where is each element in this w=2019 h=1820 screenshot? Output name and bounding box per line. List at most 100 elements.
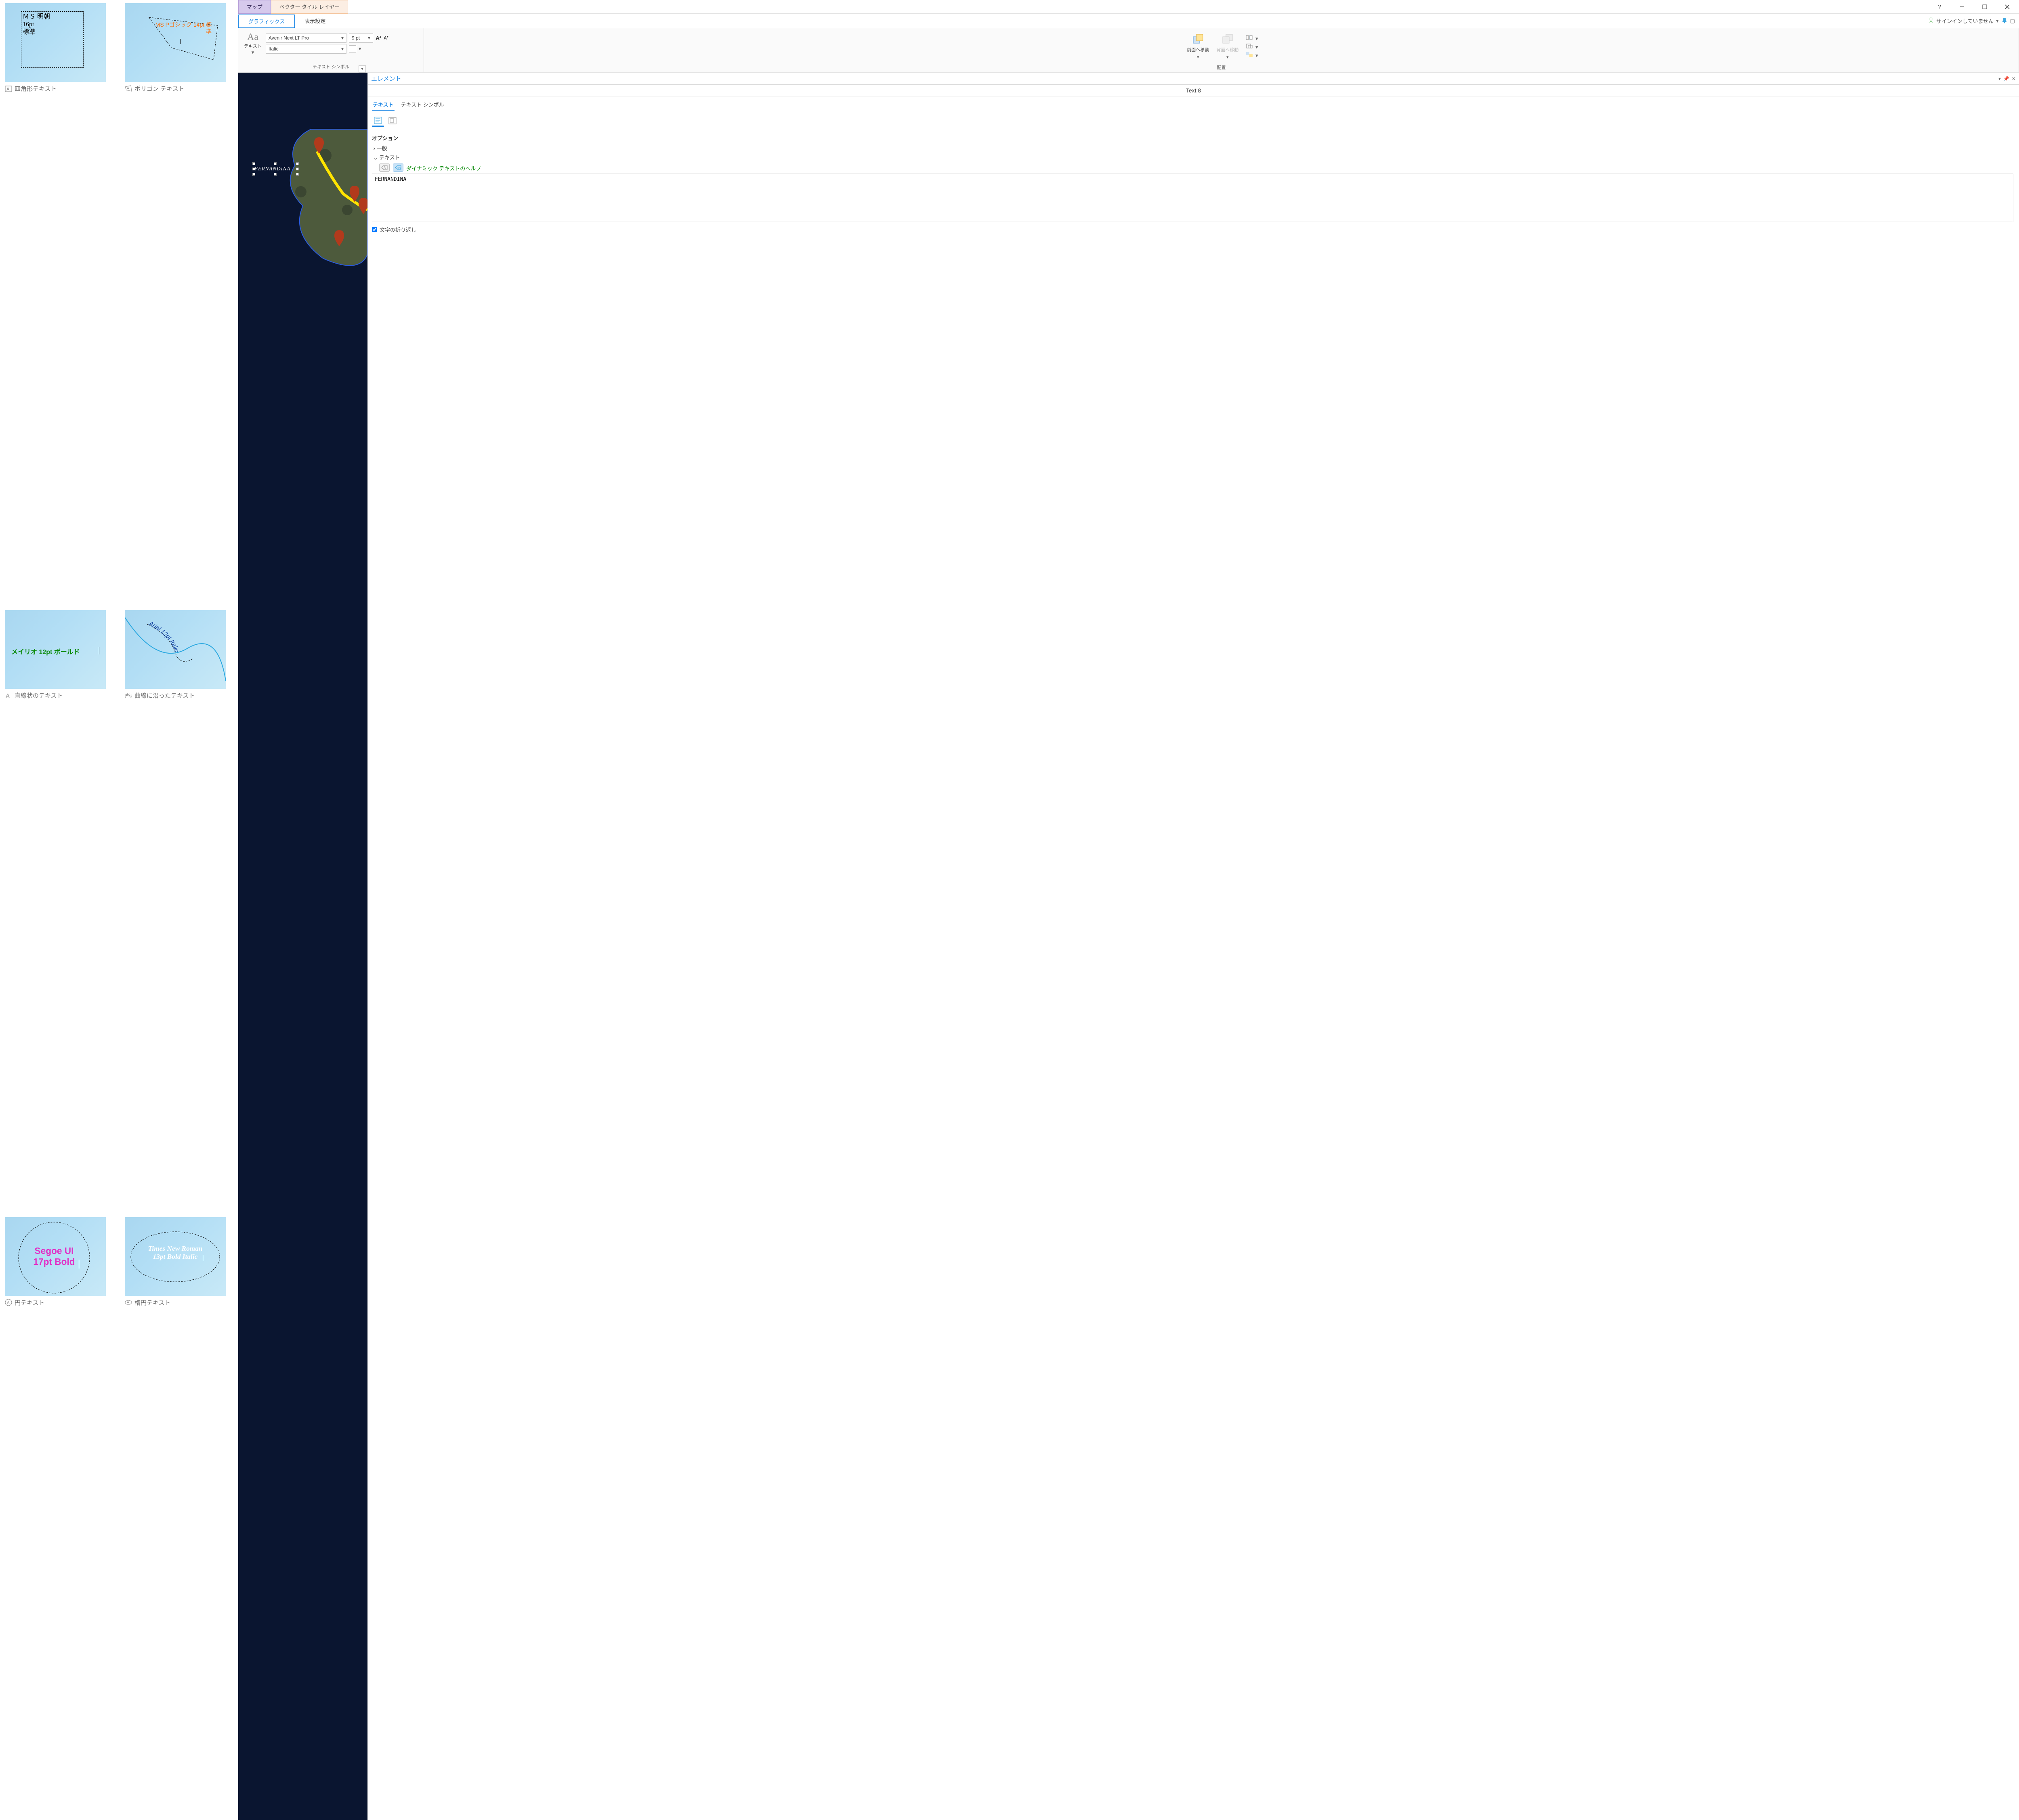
curve-text-caption: 曲線に沿ったテキスト (134, 691, 195, 700)
general-row[interactable]: › 一般 (372, 143, 2015, 153)
rectangle-text-preview: ＭＳ 明朝 16pt 標準 (5, 3, 106, 82)
straight-text-preview: メイリオ 12pt ボールド (5, 610, 106, 689)
distribute-icon[interactable]: ▾ (1246, 43, 1258, 50)
word-wrap-checkbox[interactable] (372, 227, 377, 232)
gallery-item-curve-text[interactable]: Arial 12pt Italic abc 曲線に沿ったテキスト (125, 610, 233, 1210)
send-backward-button[interactable]: 背面へ移動▾ (1214, 32, 1241, 61)
placement-icon[interactable] (386, 115, 399, 127)
chevron-down-icon[interactable]: ▾ (252, 49, 254, 55)
minimize-button[interactable] (1954, 1, 1971, 13)
gallery-item-straight-text[interactable]: メイリオ 12pt ボールド A 直線状のテキスト (5, 610, 113, 1210)
ribbon-tab-vector-tile-layer[interactable]: ベクター タイル レイヤー (271, 0, 348, 14)
ellipse-text-caption: 楕円テキスト (134, 1298, 171, 1307)
ribbon-group-arrange: 前面へ移動▾ 背面へ移動▾ ▾ ▾ ▾ 配置 (424, 28, 2019, 72)
ellipse-text-icon: A (125, 1299, 132, 1306)
panel-tab-text-symbol[interactable]: テキスト シンボル (400, 99, 445, 111)
ribbon-collapse-icon[interactable]: ▢ (2010, 18, 2015, 24)
circle-text-icon: A (5, 1299, 12, 1306)
polygon-text-sample: MS Pゴシック 14pt 標準 (155, 21, 212, 35)
notification-bell-icon[interactable] (2001, 17, 2008, 25)
svg-text:</>: </> (397, 166, 401, 170)
close-button[interactable] (1999, 1, 2016, 13)
view-menu-button[interactable]: ▾ (359, 65, 366, 73)
svg-text:A: A (6, 87, 10, 92)
help-button[interactable]: ? (1931, 1, 1948, 13)
text-row[interactable]: ⌄ テキスト (372, 153, 2015, 162)
pin-icon[interactable]: 📌 (2003, 76, 2009, 82)
gallery-item-polygon-text[interactable]: MS Pゴシック 14pt 標準 A ポリゴン テキスト (125, 3, 233, 603)
close-icon[interactable]: ✕ (2012, 76, 2016, 82)
curve-text-preview: Arial 12pt Italic (125, 610, 226, 689)
straight-text-caption: 直線状のテキスト (15, 691, 63, 700)
circle-text-caption: 円テキスト (15, 1298, 45, 1307)
increase-font-icon[interactable]: A▴ (376, 35, 381, 41)
rectangle-text-sample: ＭＳ 明朝 16pt 標準 (23, 13, 50, 36)
tag-plain-icon[interactable]: A (379, 164, 390, 172)
group-icon[interactable]: ▾ (1246, 52, 1258, 59)
bring-forward-button[interactable]: 前面へ移動▾ (1184, 32, 1211, 61)
panel-menu-icon[interactable]: ▾ (1998, 76, 2001, 82)
ellipse-text-sample: Times New Roman13pt Bold Italic (137, 1245, 214, 1261)
map-text-element[interactable]: FERNANDINA (254, 166, 290, 172)
svg-text:A: A (127, 1300, 129, 1304)
panel-subtitle: Text 8 (368, 85, 2019, 96)
svg-text:A: A (7, 1301, 10, 1305)
ribbon: Aa テキスト ▾ Avenir Next LT Pro▾ 9 pt▾ A▴ A… (238, 28, 2019, 73)
spline-text-icon: abc (125, 692, 132, 699)
subtab-display-settings[interactable]: 表示設定 (295, 15, 335, 27)
chevron-down-icon[interactable]: ▾ (359, 46, 361, 52)
gallery-item-ellipse-text[interactable]: Times New Roman13pt Bold Italic A 楕円テキスト (125, 1217, 233, 1817)
font-size-combo[interactable]: 9 pt▾ (349, 33, 373, 43)
straight-text-icon: A (5, 692, 12, 699)
svg-text:A: A (6, 692, 10, 699)
ribbon-group-label-arrange: 配置 (1217, 63, 1226, 71)
rectangle-text-caption: 四角形テキスト (15, 84, 57, 93)
bring-forward-icon (1192, 34, 1204, 45)
font-color-swatch[interactable] (349, 45, 356, 52)
user-icon (1928, 17, 1934, 24)
ellipse-text-preview: Times New Roman13pt Bold Italic (125, 1217, 226, 1296)
panel-tab-text[interactable]: テキスト (372, 99, 395, 111)
gallery-item-rectangle-text[interactable]: ＭＳ 明朝 16pt 標準 A 四角形テキスト (5, 3, 113, 603)
align-icon[interactable]: ▾ (1246, 35, 1258, 42)
subtab-graphics[interactable]: グラフィックス (238, 15, 295, 28)
tag-dynamic-icon[interactable]: </> (393, 164, 403, 172)
rectangle-text-icon: A (5, 85, 12, 92)
ribbon-group-label-textsymbol: テキスト シンボル (242, 62, 420, 70)
svg-text:abc: abc (125, 693, 130, 696)
options-heading: オプション (372, 134, 2015, 142)
font-style-combo[interactable]: Italic▾ (266, 44, 346, 54)
circle-text-preview: Segoe UI17pt Bold (5, 1217, 106, 1296)
circle-text-sample: Segoe UI17pt Bold (22, 1245, 86, 1267)
text-gallery-icon[interactable]: Aa (242, 32, 263, 43)
ribbon-tab-map[interactable]: マップ (238, 0, 271, 14)
sign-in-area[interactable]: サインインしていません ▾ ▢ (1924, 17, 2019, 25)
app-window: マップ ベクター タイル レイヤー ? グラフィックス 表示設定 サインインして… (238, 0, 2019, 1820)
text-value-input[interactable] (372, 174, 2013, 222)
titlebar: マップ ベクター タイル レイヤー ? (238, 0, 2019, 14)
word-wrap-label: 文字の折り返し (380, 226, 416, 233)
ribbon-subtabs: グラフィックス 表示設定 サインインしていません ▾ ▢ (238, 14, 2019, 28)
send-backward-icon (1222, 34, 1233, 45)
polygon-text-icon: A (125, 85, 132, 92)
straight-text-sample: メイリオ 12pt ボールド (11, 646, 80, 656)
sign-in-label: サインインしていません (1936, 17, 1994, 25)
panel-title: エレメント (371, 74, 401, 83)
map-view[interactable]: ▾ FERNANDINA (238, 73, 367, 1820)
dynamic-text-help-link[interactable]: ダイナミック テキストのヘルプ (406, 166, 481, 172)
svg-text:Arial 12pt Italic: Arial 12pt Italic (147, 620, 180, 654)
maximize-button[interactable] (1976, 1, 1993, 13)
decrease-font-icon[interactable]: A▾ (384, 35, 388, 41)
font-family-combo[interactable]: Avenir Next LT Pro▾ (266, 33, 346, 43)
element-panel: エレメント ▾ 📌 ✕ Text 8 テキスト テキスト シンボル (367, 73, 2019, 1820)
svg-text:A: A (384, 166, 386, 170)
text-style-gallery: ＭＳ 明朝 16pt 標準 A 四角形テキスト MS Pゴシック 14pt 標準… (0, 0, 238, 1820)
chevron-down-icon: ▾ (1996, 18, 1999, 24)
workspace: ▾ FERNANDINA (238, 73, 2019, 1820)
text-gallery-label: テキスト (244, 44, 262, 49)
gallery-item-circle-text[interactable]: Segoe UI17pt Bold A 円テキスト (5, 1217, 113, 1817)
ribbon-group-text-symbol: Aa テキスト ▾ Avenir Next LT Pro▾ 9 pt▾ A▴ A… (238, 28, 424, 72)
polygon-text-preview: MS Pゴシック 14pt 標準 (125, 3, 226, 82)
polygon-text-caption: ポリゴン テキスト (134, 84, 185, 93)
format-text-icon[interactable] (372, 115, 384, 127)
